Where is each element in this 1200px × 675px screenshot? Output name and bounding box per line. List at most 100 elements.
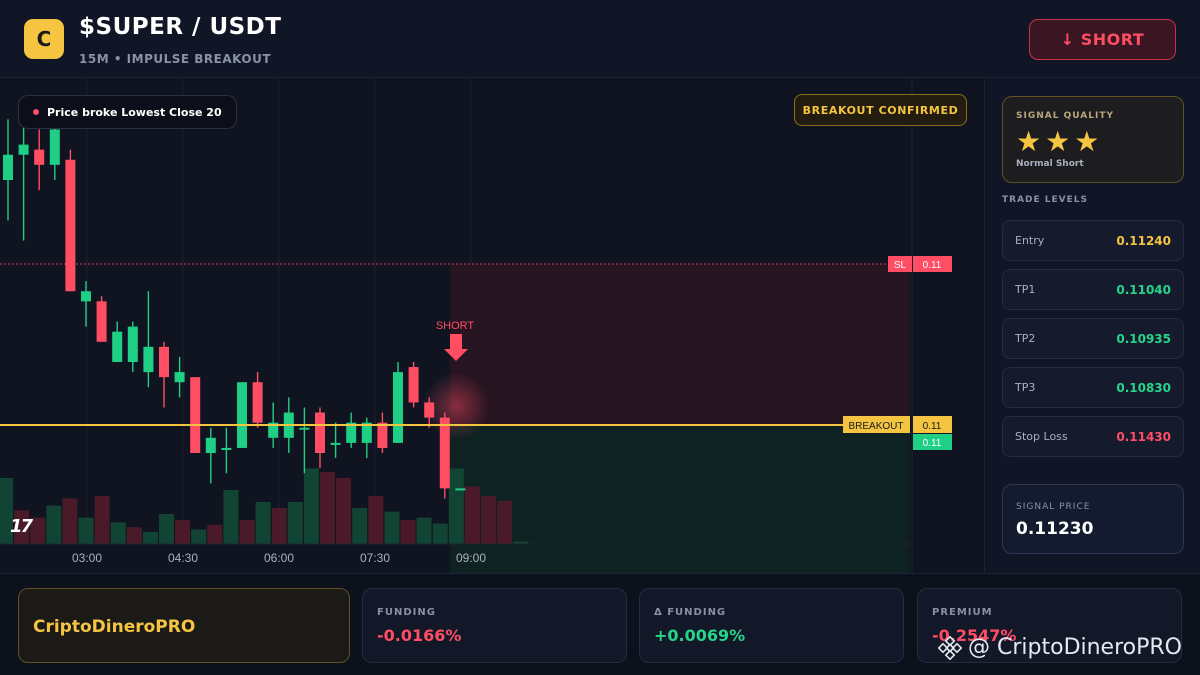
brand-name: CriptoDineroPRO — [33, 617, 196, 637]
candle-body — [3, 154, 13, 180]
level-tp3: TP3 0.10830 — [1002, 367, 1184, 408]
candle-body — [393, 372, 403, 443]
sl-tag-label: SL — [894, 260, 907, 271]
short-marker-label: SHORT — [436, 320, 475, 332]
candle-body — [190, 377, 201, 453]
candle-body — [408, 367, 419, 403]
volume-bar — [384, 511, 400, 544]
binance-icon — [938, 635, 962, 660]
volume-bar — [497, 500, 513, 544]
candle-body — [237, 382, 247, 448]
trade-levels-title: TRADE LEVELS — [1002, 195, 1088, 205]
risk-zone — [450, 264, 910, 425]
candle-body — [174, 372, 185, 383]
level-label: TP1 — [1015, 283, 1036, 296]
volume-bar — [464, 486, 480, 544]
level-label: Stop Loss — [1015, 430, 1068, 443]
level-label: TP3 — [1015, 381, 1036, 394]
funding-card: FUNDING -0.0166% — [362, 588, 627, 663]
current-price-label: 0.11 — [923, 438, 942, 449]
candlestick-chart: 03:00 04:30 06:00 07:30 09:00 SHORT SL 0.11 … — [0, 79, 952, 573]
watermark: @ CriptoDineroPRO — [938, 635, 1182, 660]
candle-body — [299, 427, 310, 430]
volume-bar — [255, 502, 271, 544]
volume-bar — [126, 527, 142, 544]
reward-zone — [450, 425, 910, 573]
header: C $SUPER / USDT 15M • IMPULSE BREAKOUT ↓… — [0, 0, 1200, 78]
x-tick-label: 09:00 — [456, 551, 486, 565]
level-value: 0.11430 — [1116, 430, 1171, 444]
coin-logo: C — [24, 19, 64, 59]
candle-body — [49, 129, 60, 165]
red-dot-icon — [33, 109, 39, 115]
signal-sidebar: SIGNAL QUALITY ★★★ Normal Short TRADE LE… — [986, 79, 1200, 573]
candle-body — [81, 291, 91, 302]
volume-bar — [175, 520, 191, 544]
volume-bar — [191, 529, 207, 544]
candle-body — [34, 149, 45, 165]
x-tick-label: 03:00 — [72, 551, 102, 565]
volume-bar — [448, 468, 464, 544]
pair-title: $SUPER / USDT — [79, 14, 282, 40]
candle-body — [96, 301, 107, 342]
timeframe-subtitle: 15M • IMPULSE BREAKOUT — [79, 52, 272, 66]
volume-bar — [481, 496, 496, 544]
volume-bar — [46, 505, 62, 544]
volume-bar — [368, 496, 384, 544]
x-tick-label: 07:30 — [360, 551, 390, 565]
volume-bar — [223, 490, 239, 544]
volume-bar — [400, 520, 416, 544]
x-tick-label: 04:30 — [168, 551, 198, 565]
volume-bar — [416, 517, 432, 544]
volume-bar — [78, 517, 94, 544]
candle-body — [159, 346, 169, 378]
price-chart[interactable]: 03:00 04:30 06:00 07:30 09:00 SHORT SL 0.11 … — [0, 79, 985, 573]
signal-price-label: SIGNAL PRICE — [1016, 502, 1091, 512]
level-value: 0.10935 — [1116, 332, 1171, 346]
breakout-price-label: 0.11 — [923, 421, 942, 432]
x-tick-label: 06:00 — [264, 551, 294, 565]
level-stop-loss: Stop Loss 0.11430 — [1002, 416, 1184, 457]
delta-funding-value: +0.0069% — [654, 626, 746, 645]
volume-bar — [336, 478, 352, 544]
candle-body — [315, 412, 325, 453]
candle-body — [439, 417, 450, 489]
candle-body — [330, 442, 341, 445]
level-tp1: TP1 0.11040 — [1002, 269, 1184, 310]
volume-bar — [94, 496, 110, 544]
breakout-confirmed-badge: BREAKOUT CONFIRMED — [794, 94, 967, 126]
candle-body — [377, 422, 388, 448]
volume-bar — [207, 524, 223, 544]
volume-bar — [320, 472, 335, 544]
sl-price-label: 0.11 — [923, 260, 942, 271]
level-value: 0.10830 — [1116, 381, 1171, 395]
candle-body — [143, 346, 154, 373]
level-value: 0.11040 — [1116, 283, 1171, 297]
short-button[interactable]: ↓ SHORT — [1029, 19, 1176, 60]
candle-body — [18, 144, 29, 155]
volume-bar — [352, 508, 368, 544]
candle-body — [424, 402, 435, 418]
level-label: TP2 — [1015, 332, 1036, 345]
volume-bar — [110, 522, 126, 544]
funding-label: FUNDING — [377, 607, 436, 618]
level-value: 0.11240 — [1116, 234, 1171, 248]
volume-bar — [30, 517, 46, 544]
brand-card: CriptoDineroPRO — [18, 588, 350, 663]
funding-value: -0.0166% — [377, 626, 462, 645]
level-label: Entry — [1015, 234, 1045, 247]
candle-body — [252, 382, 263, 423]
candle-body — [127, 326, 138, 362]
level-entry: Entry 0.11240 — [1002, 220, 1184, 261]
star-rating-icon: ★★★ — [1016, 125, 1104, 158]
candle-body — [205, 437, 216, 453]
watermark-text: @ CriptoDineroPRO — [968, 635, 1182, 660]
breakout-tag-label: BREAKOUT — [848, 421, 903, 432]
volume-bar — [239, 520, 255, 544]
signal-quality-card: SIGNAL QUALITY ★★★ Normal Short — [1002, 96, 1184, 183]
delta-funding-label: Δ FUNDING — [654, 607, 727, 618]
signal-reason-badge: Price broke Lowest Close 20 — [18, 95, 237, 129]
volume-bar — [159, 514, 174, 544]
volume-bar — [62, 498, 78, 544]
signal-price-card: SIGNAL PRICE 0.11230 — [1002, 484, 1184, 554]
